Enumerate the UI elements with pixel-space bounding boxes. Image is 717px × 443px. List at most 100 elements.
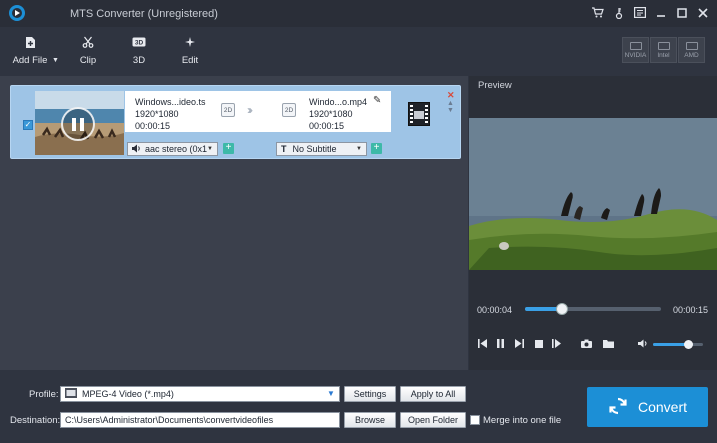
nvidia-label: NVIDIA	[624, 51, 647, 59]
seek-slider[interactable]	[525, 303, 661, 315]
move-up-icon[interactable]: ▲	[447, 100, 454, 107]
convert-arrows-icon: ›››	[247, 103, 253, 117]
subtitle-icon: T	[281, 144, 287, 154]
browse-button[interactable]: Browse	[344, 412, 396, 428]
window-title: MTS Converter (Unregistered)	[70, 8, 218, 20]
chevron-down-icon: ▼	[327, 389, 335, 398]
move-down-icon[interactable]: ▼	[447, 107, 454, 114]
title-bar: MTS Converter (Unregistered)	[0, 0, 717, 27]
subtitle-value: No Subtitle	[292, 144, 337, 154]
preview-video	[469, 118, 717, 270]
preview-label: Preview	[478, 80, 512, 91]
bottom-bar: Profile: MPEG-4 Video (*.mp4) ▼ Settings…	[0, 372, 717, 443]
pencil-icon[interactable]: ✎	[373, 95, 381, 106]
add-file-icon	[23, 35, 37, 49]
amd-label: AMD	[684, 51, 699, 59]
nvidia-chip-icon	[629, 41, 642, 50]
amd-chip-icon	[685, 41, 698, 50]
3d-button[interactable]: 3D 3D	[117, 35, 161, 66]
source-resolution: 1920*1080	[135, 109, 179, 119]
stop-icon[interactable]	[533, 338, 544, 349]
audio-track-value: aac stereo (0x1	[145, 144, 208, 154]
chevron-down-icon: ▼	[356, 146, 362, 152]
current-time: 00:00:04	[477, 305, 513, 315]
window-controls	[591, 6, 709, 19]
open-folder-button[interactable]: Open Folder	[400, 412, 466, 428]
intel-label: Intel	[657, 51, 670, 59]
minimize-icon[interactable]	[654, 6, 667, 19]
destination-label: Destination:	[10, 415, 61, 426]
convert-refresh-icon	[608, 396, 628, 419]
add-file-dropdown-icon[interactable]: ▼	[52, 57, 59, 64]
add-file-button[interactable]: Add File	[8, 35, 52, 66]
intel-accel-badge: Intel	[650, 37, 677, 63]
video-thumbnail[interactable]	[35, 91, 124, 155]
merge-checkbox[interactable]	[470, 415, 480, 425]
add-audio-button[interactable]: +	[223, 143, 234, 154]
edit-button[interactable]: Edit	[168, 35, 212, 66]
output-info: Windo...o.mp4 1920*1080 00:00:15	[309, 96, 367, 132]
output-2d-badge: 2D	[282, 103, 296, 117]
clip-label: Clip	[79, 55, 97, 66]
scissors-icon	[81, 35, 95, 49]
3d-label: 3D	[132, 55, 146, 66]
edit-label: Edit	[181, 55, 199, 66]
folder-icon[interactable]	[603, 338, 614, 349]
output-filename: Windo...o.mp4	[309, 97, 368, 107]
volume-handle[interactable]	[684, 340, 693, 349]
merge-label: Merge into one file	[483, 415, 562, 426]
source-duration: 00:00:15	[135, 121, 171, 131]
output-format-film-icon[interactable]	[408, 102, 430, 126]
profile-label: Profile:	[29, 389, 59, 400]
toolbar: Add File ▼ Clip 3D 3D Edit NVIDIA Intel …	[0, 27, 717, 74]
file-list-panel: ✓ Windows...ideo.ts 1920*1080 00:00:15 2…	[0, 76, 468, 370]
playback-controls	[469, 331, 717, 357]
add-subtitle-button[interactable]: +	[371, 143, 382, 154]
volume-slider[interactable]	[653, 340, 703, 349]
output-duration: 00:00:15	[309, 121, 345, 131]
svg-text:3D: 3D	[135, 40, 144, 47]
file-item[interactable]: ✓ Windows...ideo.ts 1920*1080 00:00:15 2…	[10, 85, 461, 159]
pause-overlay-icon[interactable]	[61, 107, 95, 141]
volume-icon[interactable]	[638, 338, 649, 349]
profile-format-icon	[65, 388, 77, 400]
close-icon[interactable]	[696, 6, 709, 19]
source-info: Windows...ideo.ts 1920*1080 00:00:15	[135, 96, 206, 132]
file-item-checkbox[interactable]: ✓	[23, 120, 33, 130]
clip-button[interactable]: Clip	[66, 35, 110, 66]
add-file-label: Add File	[12, 55, 48, 66]
convert-label: Convert	[637, 399, 688, 415]
destination-value: C:\Users\Administrator\Documents\convert…	[65, 415, 274, 425]
source-filename: Windows...ideo.ts	[135, 97, 206, 107]
source-2d-badge: 2D	[221, 103, 235, 117]
snapshot-camera-icon[interactable]	[581, 338, 592, 349]
nvidia-accel-badge: NVIDIA	[622, 37, 649, 63]
profile-value: MPEG-4 Video (*.mp4)	[82, 389, 174, 399]
key-icon[interactable]	[612, 6, 625, 19]
profile-select[interactable]: MPEG-4 Video (*.mp4) ▼	[60, 386, 340, 402]
apply-to-all-button[interactable]: Apply to All	[400, 386, 466, 402]
3d-icon: 3D	[132, 35, 146, 49]
skip-start-icon[interactable]	[477, 338, 488, 349]
speaker-icon	[132, 144, 141, 155]
seek-handle[interactable]	[555, 303, 568, 315]
destination-input[interactable]: C:\Users\Administrator\Documents\convert…	[60, 412, 340, 428]
skip-end-icon[interactable]	[514, 338, 525, 349]
sparkle-edit-icon	[183, 35, 197, 49]
feedback-icon[interactable]	[633, 6, 646, 19]
settings-button[interactable]: Settings	[344, 386, 396, 402]
total-time: 00:00:15	[673, 305, 709, 315]
audio-track-select[interactable]: aac stereo (0x1 ▼	[127, 142, 218, 156]
app-logo-icon	[9, 5, 25, 21]
step-forward-icon[interactable]	[551, 338, 562, 349]
output-resolution: 1920*1080	[309, 109, 353, 119]
preview-panel: Preview 00:00:04 00:00:15	[469, 76, 717, 370]
pause-icon[interactable]	[495, 338, 506, 349]
intel-chip-icon	[657, 41, 670, 50]
convert-button[interactable]: Convert	[587, 387, 708, 427]
cart-icon[interactable]	[591, 6, 604, 19]
amd-accel-badge: AMD	[678, 37, 705, 63]
subtitle-select[interactable]: T No Subtitle ▼	[276, 142, 367, 156]
maximize-icon[interactable]	[675, 6, 688, 19]
volume-fill	[653, 343, 688, 346]
